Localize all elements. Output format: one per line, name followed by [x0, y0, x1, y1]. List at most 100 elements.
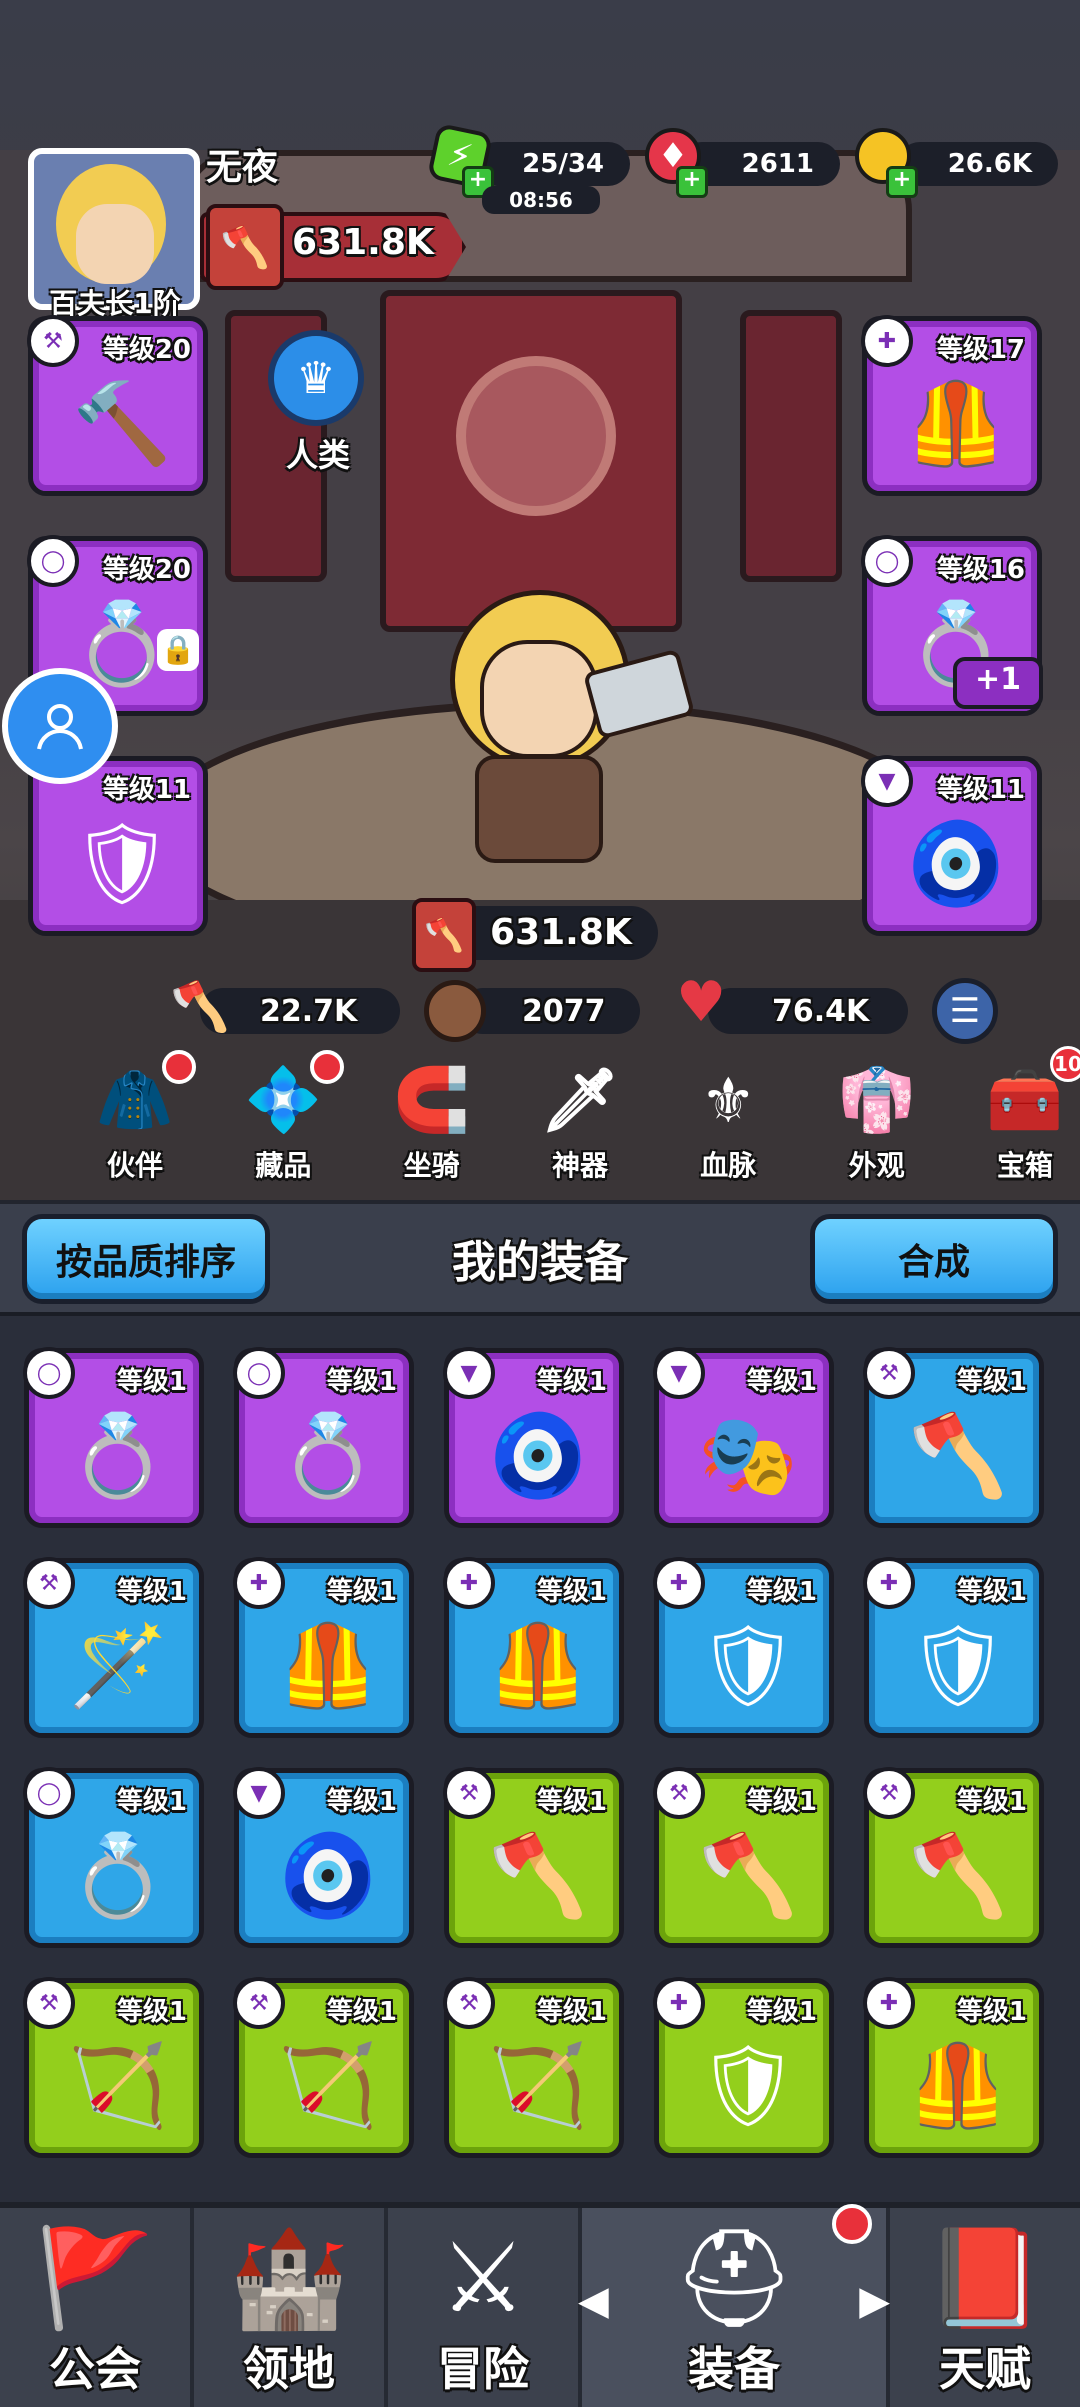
- user-icon: [37, 704, 83, 750]
- item-level: 等级1: [116, 1367, 187, 1397]
- banner-icon: 🚩: [35, 2221, 155, 2334]
- item-level: 等级1: [746, 1787, 817, 1817]
- inventory-item[interactable]: ⚒ 等级1 🪄: [23, 1557, 204, 1738]
- gems-value: 2611: [741, 149, 814, 179]
- profile-float-button[interactable]: [2, 668, 118, 784]
- inventory-item[interactable]: ⚒ 等级1 🪓: [863, 1347, 1044, 1528]
- mask-icon: 🎭: [698, 1409, 798, 1502]
- horseshoe-icon: 🧲: [393, 1063, 471, 1136]
- gems-plus-button[interactable]: +: [676, 166, 708, 198]
- item-level: 等级1: [536, 1997, 607, 2027]
- inventory-item[interactable]: ✚ 等级1 🦺: [863, 1977, 1044, 2158]
- stat-defense: 2077: [522, 994, 606, 1029]
- equip-slot-ring-2[interactable]: ◯ 等级16 💍 +1: [861, 535, 1043, 716]
- heart-icon: ♥: [676, 970, 727, 1035]
- nav-territory[interactable]: 🏰 领地: [194, 2208, 388, 2407]
- chevron-left-icon: ◀: [578, 2278, 609, 2324]
- item-level: 等级1: [326, 1577, 397, 1607]
- armor-icon: 🛡: [907, 1619, 1009, 1712]
- amulet-type-icon: ▼: [861, 755, 913, 807]
- ring-blue-icon: 💍: [278, 1409, 378, 1502]
- gold-plus-button[interactable]: +: [886, 166, 918, 198]
- shield-icon: [424, 980, 486, 1042]
- axe-power-icon: 🪓: [206, 204, 284, 290]
- armor-type-icon: ✚: [861, 315, 913, 367]
- inventory-item[interactable]: ▼ 等级1 🧿: [233, 1767, 414, 1948]
- feature-appearance[interactable]: 👘 外观: [822, 1060, 932, 1190]
- bow-icon: 🏹: [278, 2039, 378, 2132]
- feature-chest[interactable]: 🧰 宝箱 10: [970, 1046, 1080, 1190]
- castle-icon: 🏰: [229, 2221, 349, 2334]
- item-level: 等级1: [326, 1367, 397, 1397]
- item-type-icon: ◯: [23, 1347, 75, 1399]
- inventory-item[interactable]: ✚ 等级1 🦺: [443, 1557, 624, 1738]
- staff-icon: 🪄: [68, 1619, 168, 1712]
- inventory-item[interactable]: ⚒ 等级1 🪓: [443, 1767, 624, 1948]
- nav-guild[interactable]: 🚩 公会: [0, 2208, 194, 2407]
- nav-talent[interactable]: 📕 天赋: [890, 2208, 1080, 2407]
- sword-icon: 🗡: [540, 1063, 620, 1136]
- equip-slot-weapon[interactable]: ⚒ 等级20 🔨: [27, 315, 208, 496]
- inventory-item[interactable]: ✚ 等级1 🛡: [653, 1977, 834, 2158]
- equip-slot-armor[interactable]: ✚ 等级17 🦺: [861, 315, 1042, 496]
- stat-power: 631.8K: [490, 912, 632, 953]
- item-type-icon: ⚒: [233, 1977, 285, 2029]
- armor-icon: 🛡: [697, 1619, 799, 1712]
- inventory-item[interactable]: ◯ 等级1 💍: [23, 1767, 204, 1948]
- item-type-icon: ◯: [233, 1347, 285, 1399]
- item-level: 等级1: [116, 1787, 187, 1817]
- feature-collection[interactable]: 💠 藏品: [228, 1050, 345, 1190]
- inventory-item[interactable]: ⚒ 等级1 🏹: [233, 1977, 414, 2158]
- bottom-nav: 🚩 公会 🏰 领地 ⚔ 冒险 ◀ ⛑ 装备 ▶ 📕 天赋: [0, 2202, 1080, 2407]
- inventory-item[interactable]: ⚒ 等级1 🏹: [443, 1977, 624, 2158]
- axe-icon: 🪓: [908, 1829, 1008, 1922]
- ring-type-icon: ◯: [861, 535, 913, 587]
- hammer-icon: 🔨: [72, 377, 172, 470]
- vest-icon: 🦺: [278, 1619, 378, 1712]
- nav-adventure[interactable]: ⚔ 冒险: [388, 2208, 582, 2407]
- player-name: 无夜: [206, 147, 279, 188]
- item-type-icon: ⚒: [863, 1767, 915, 1819]
- race-icon[interactable]: ♛: [268, 330, 364, 426]
- item-type-icon: ⚒: [23, 1557, 75, 1609]
- race-label: 人类: [285, 436, 350, 474]
- inventory-item[interactable]: ✚ 等级1 🛡: [863, 1557, 1044, 1738]
- chevron-right-icon: ▶: [859, 2278, 890, 2324]
- inventory-item[interactable]: ▼ 等级1 🧿: [443, 1347, 624, 1528]
- armor-icon: 🛡: [697, 2039, 799, 2132]
- equip-slot-amulet-2[interactable]: ▼ 等级11 🧿: [861, 755, 1042, 936]
- item-type-icon: ⚒: [863, 1347, 915, 1399]
- feature-partner[interactable]: 🧥 伙伴: [80, 1050, 196, 1190]
- crest-icon: ⚜: [700, 1063, 757, 1137]
- feature-menu: 🧥 伙伴 💠 藏品 🧲 坐骑 🗡 神器 ⚜ 血脉 👘 外观 🧰 宝箱 10: [80, 1046, 1080, 1190]
- merge-button[interactable]: 合成: [810, 1214, 1058, 1304]
- stats-detail-button[interactable]: ☰: [932, 978, 998, 1044]
- feature-bloodline[interactable]: ⚜ 血脉: [673, 1060, 783, 1190]
- item-type-icon: ✚: [863, 1557, 915, 1609]
- inventory-item[interactable]: ⚒ 等级1 🪓: [653, 1767, 834, 1948]
- item-level: 等级1: [536, 1367, 607, 1397]
- item-type-icon: ▼: [233, 1767, 285, 1819]
- avatar-face: [76, 204, 154, 284]
- feature-artifact[interactable]: 🗡 神器: [525, 1060, 635, 1190]
- inventory-item[interactable]: ✚ 等级1 🦺: [233, 1557, 414, 1738]
- inventory-item[interactable]: ◯ 等级1 💍: [23, 1347, 204, 1528]
- chest-count-badge: 10: [1049, 1046, 1080, 1082]
- item-level: 等级1: [746, 1367, 817, 1397]
- nav-equipment[interactable]: ◀ ⛑ 装备 ▶: [578, 2204, 890, 2407]
- ring-type-icon: ◯: [27, 535, 79, 587]
- item-level: 等级1: [746, 1577, 817, 1607]
- sort-by-quality-button[interactable]: 按品质排序: [22, 1214, 270, 1304]
- weapon-type-icon: ⚒: [27, 315, 79, 367]
- inventory-item[interactable]: ⚒ 等级1 🪓: [863, 1767, 1044, 1948]
- feature-mount[interactable]: 🧲 坐骑: [377, 1060, 487, 1190]
- inventory-item[interactable]: ▼ 等级1 🎭: [653, 1347, 834, 1528]
- hero-character[interactable]: [400, 570, 700, 870]
- inventory-item[interactable]: ⚒ 等级1 🏹: [23, 1977, 204, 2158]
- inventory-item[interactable]: ◯ 等级1 💍: [233, 1347, 414, 1528]
- item-level: 等级1: [956, 1577, 1027, 1607]
- item-level: 等级1: [536, 1787, 607, 1817]
- item-type-icon: ⚒: [443, 1977, 495, 2029]
- inventory-item[interactable]: ✚ 等级1 🛡: [653, 1557, 834, 1738]
- cloak-icon: 👘: [838, 1063, 916, 1136]
